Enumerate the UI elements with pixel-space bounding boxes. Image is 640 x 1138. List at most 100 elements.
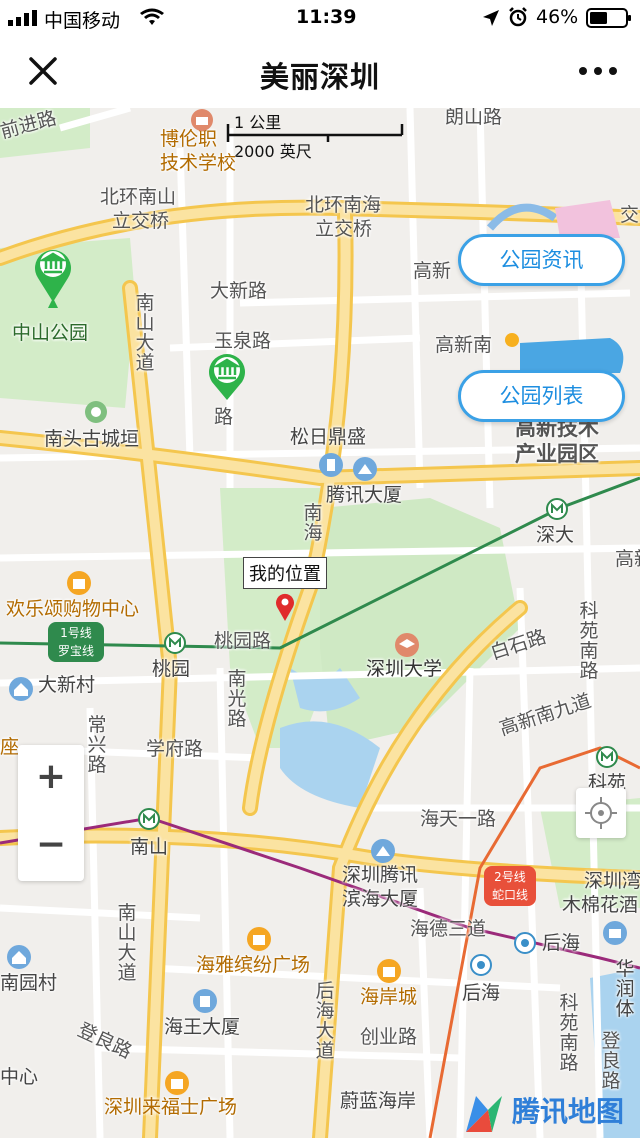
- map-view[interactable]: 1 公里 2000 英尺 前进路 博伦职 技术学校 朗山路 北环南山 立交桥 北…: [0, 108, 640, 1138]
- map-label: 海岸城: [360, 986, 418, 1008]
- park-label: 中山公园: [12, 322, 89, 344]
- map-label: 后海: [542, 932, 581, 954]
- map-label: 座: [0, 736, 20, 758]
- map-label: 立交桥: [315, 218, 373, 240]
- locate-button[interactable]: [576, 788, 626, 838]
- office-icon: [193, 989, 217, 1013]
- park-list-button[interactable]: 公园列表: [458, 370, 625, 422]
- map-label: 深圳来福士广场: [104, 1096, 238, 1118]
- zoom-in-button[interactable]: +: [18, 745, 84, 813]
- metro-station-icon: [470, 954, 492, 976]
- map-label: 欢乐颂购物中心: [6, 598, 140, 620]
- signal-icon: [8, 10, 37, 26]
- map-label: 南头古城垣: [44, 428, 140, 450]
- alarm-icon: [509, 7, 527, 27]
- navigation-bar: 美丽深圳: [0, 36, 640, 108]
- scale-ft: 2000 英尺: [234, 142, 312, 161]
- residence-icon: [7, 945, 31, 969]
- map-label: 立交桥: [112, 210, 170, 232]
- page-title: 美丽深圳: [259, 60, 380, 94]
- scale-km: 1 公里: [234, 113, 282, 132]
- wifi-icon: [140, 8, 164, 25]
- map-label: 交: [620, 204, 640, 226]
- map-label: 博伦职: [160, 128, 218, 150]
- map-label: 南海: [303, 502, 323, 544]
- map-label: 登良路: [601, 1030, 621, 1092]
- park-marker-icon[interactable]: [204, 352, 250, 402]
- metro-line-2-badge: 2号线 蛇口线: [484, 866, 536, 906]
- map-label: 北环南山: [100, 186, 177, 208]
- location-pin-icon: [276, 593, 294, 621]
- zoom-control: + −: [18, 745, 84, 881]
- tencent-map-logo-icon: [466, 1096, 502, 1132]
- map-label: 高新: [413, 260, 452, 282]
- map-label: 玉泉路: [214, 330, 272, 352]
- map-label: 南山大道: [135, 292, 155, 374]
- hotel-icon: [603, 921, 627, 945]
- metro-line-alt: 蛇口线: [491, 888, 528, 902]
- map-label: 高新: [615, 548, 640, 570]
- location-arrow-icon: [483, 10, 499, 26]
- building-icon: [319, 453, 343, 477]
- metro-station-icon: [546, 498, 568, 520]
- battery-percent: 46%: [536, 6, 579, 28]
- building-icon: [371, 839, 395, 863]
- map-label: 中心: [0, 1066, 39, 1088]
- district-label: 产业园区: [515, 442, 599, 466]
- building-icon: [353, 457, 377, 481]
- park-marker-icon[interactable]: [30, 242, 76, 314]
- metro-line-name: 1号线: [60, 626, 92, 640]
- metro-station-icon: [164, 632, 186, 654]
- map-label: 高新南: [435, 334, 493, 356]
- map-label: 南山: [130, 836, 169, 858]
- map-label: 朗山路: [445, 108, 503, 128]
- clock: 11:39: [296, 6, 357, 28]
- metro-line-1-badge: 1号线 罗宝线: [48, 622, 104, 662]
- park-news-button[interactable]: 公园资讯: [458, 234, 625, 286]
- shopping-icon: [67, 571, 91, 595]
- school-icon: [191, 109, 213, 131]
- map-label: 常兴路: [87, 714, 107, 776]
- map-label: 海天一路: [420, 808, 497, 830]
- metro-station-icon: [138, 808, 160, 830]
- map-label: 深圳大学: [366, 658, 443, 680]
- map-label: 科苑南路: [579, 600, 599, 682]
- map-label: 北环南海: [305, 194, 382, 216]
- brand-label: 腾讯地图: [512, 1095, 625, 1128]
- map-label: 创业路: [360, 1026, 418, 1048]
- shopping-icon: [247, 927, 271, 951]
- map-label: 后海: [462, 982, 501, 1004]
- status-bar: 中国移动 11:39 46%: [0, 0, 640, 36]
- map-label: 技术学校: [160, 152, 237, 174]
- map-label: 深圳腾讯: [342, 864, 419, 886]
- map-label: 南光路: [227, 668, 247, 730]
- map-label: 大新村: [38, 674, 96, 696]
- map-label: 华润体: [615, 958, 635, 1020]
- metro-station-icon: [514, 932, 536, 954]
- metro-line-alt: 罗宝线: [57, 644, 94, 658]
- map-label: 科苑南路: [559, 992, 579, 1074]
- zoom-out-button[interactable]: −: [18, 813, 84, 881]
- map-label: 桃园: [152, 658, 191, 680]
- crosshair-icon: [585, 797, 617, 829]
- my-location-label: 我的位置: [243, 557, 327, 589]
- map-label: 蔚蓝海岸: [340, 1090, 417, 1112]
- university-icon: [395, 633, 419, 657]
- map-label: 海德三道: [410, 918, 487, 940]
- map-label: 海雅缤纷广场: [196, 954, 311, 976]
- carrier-label: 中国移动: [44, 10, 121, 32]
- map-label: 学府路: [146, 738, 204, 760]
- residence-icon: [9, 677, 33, 701]
- map-label: 南山大道: [117, 902, 137, 984]
- heritage-icon: [85, 401, 107, 423]
- map-label: 海王大厦: [164, 1016, 241, 1038]
- shopping-icon: [165, 1071, 189, 1095]
- metro-line-name: 2号线: [494, 870, 526, 884]
- more-icon[interactable]: [578, 66, 618, 76]
- metro-station-icon: [596, 746, 618, 768]
- shopping-icon: [377, 959, 401, 983]
- battery-icon: [586, 8, 631, 28]
- map-label: 南园村: [0, 972, 58, 994]
- map-label: 深圳湾: [584, 870, 640, 892]
- map-label: 深大: [536, 524, 575, 546]
